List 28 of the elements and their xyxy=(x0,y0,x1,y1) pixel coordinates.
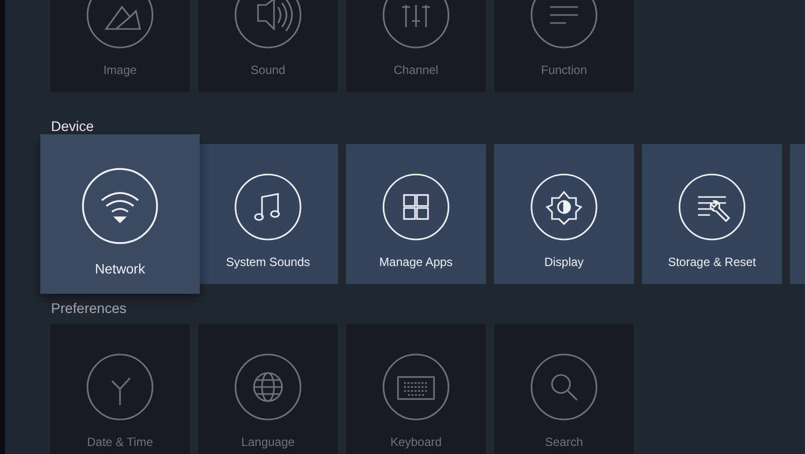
settings-tile[interactable]: Storage & Reset xyxy=(642,144,782,284)
clock-icon xyxy=(86,353,154,421)
settings-tile[interactable]: Manage Apps xyxy=(346,144,486,284)
mountain-icon xyxy=(86,0,154,49)
settings-tile[interactable]: Function xyxy=(494,0,634,92)
brightness-icon xyxy=(530,173,598,241)
settings-tile[interactable]: Channel xyxy=(346,0,486,92)
section-title: Preferences xyxy=(51,300,128,318)
settings-tile[interactable]: Language xyxy=(198,324,338,454)
music-note-icon xyxy=(234,173,302,241)
lines-icon xyxy=(530,0,598,49)
speaker-icon xyxy=(234,0,302,49)
globe-icon xyxy=(234,353,302,421)
grid-icon xyxy=(382,173,450,241)
search-icon xyxy=(530,353,598,421)
list-wrench-icon xyxy=(678,173,746,241)
settings-tile[interactable]: Date & Time xyxy=(50,324,190,454)
wifi-icon xyxy=(81,167,159,245)
settings-tile[interactable]: Keyboard xyxy=(346,324,486,454)
keyboard-icon xyxy=(382,353,450,421)
settings-tile[interactable]: System Sounds xyxy=(198,144,338,284)
settings-tile[interactable]: Sound xyxy=(198,0,338,92)
settings-tile[interactable]: Network xyxy=(40,134,200,294)
section-title: Device xyxy=(51,118,95,136)
settings-tile[interactable]: Image xyxy=(50,0,190,92)
settings-tile[interactable]: Display xyxy=(494,144,634,284)
sliders-icon xyxy=(382,0,450,49)
settings-tile[interactable]: Search xyxy=(494,324,634,454)
